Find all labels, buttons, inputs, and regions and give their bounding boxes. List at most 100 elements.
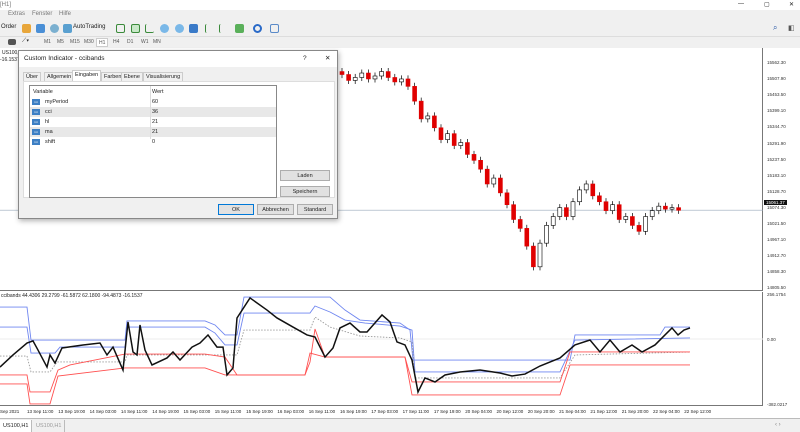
candlestick-icon[interactable] — [131, 24, 140, 33]
variable-value[interactable]: 36 — [152, 107, 158, 117]
price-tick: 15074.30 — [767, 204, 786, 210]
minimize-button[interactable]: — — [738, 1, 744, 7]
table-row[interactable]: int ma 21 — [30, 127, 276, 137]
candle — [583, 180, 589, 194]
time-tick: 16 Sep 03:00 — [277, 409, 305, 414]
time-tick: 15 Sep 19:00 — [246, 409, 273, 414]
dialog-close-button[interactable]: ✕ — [325, 51, 330, 67]
timeframe-toolbar: ⟋▾ M1 M5 M15 M30 H1 H4 D1 W1 MN — [0, 37, 800, 48]
tf-m5[interactable]: M5 — [55, 38, 66, 47]
chart-tabs: US100,H1 US100,H1 ‹ › — [0, 418, 800, 432]
price-tick: 15344.70 — [767, 124, 786, 130]
help-button[interactable]: ? — [303, 51, 307, 67]
menu-extras[interactable]: Extras — [8, 11, 25, 17]
time-tick: 15 Sep 11:00 — [214, 409, 242, 414]
load-button[interactable]: Laden — [280, 170, 330, 181]
tab-uber[interactable]: Über — [23, 72, 41, 81]
candle — [392, 73, 398, 86]
save-button[interactable]: Speichern — [280, 186, 330, 197]
new-order-button[interactable]: Order — [1, 24, 16, 30]
candle — [339, 68, 345, 79]
candle — [465, 139, 470, 158]
tile-windows-icon[interactable] — [189, 24, 198, 33]
scroll-arrows[interactable]: ‹ › — [775, 422, 781, 428]
candle — [676, 204, 681, 214]
candle — [550, 212, 556, 229]
search-icon[interactable]: ⌕ — [773, 23, 777, 33]
candle — [603, 198, 609, 215]
line-chart-icon[interactable] — [145, 24, 154, 33]
tf-m15[interactable]: M15 — [68, 38, 82, 47]
tf-h1[interactable]: H1 — [96, 38, 109, 47]
tf-m30[interactable]: M30 — [82, 38, 96, 47]
ok-button[interactable]: OK — [218, 204, 254, 215]
candle — [636, 221, 642, 235]
table-row[interactable]: int myPeriod 60 — [30, 97, 276, 107]
indicators-icon[interactable] — [235, 24, 244, 33]
tf-m1[interactable]: M1 — [42, 38, 53, 47]
candle — [544, 221, 549, 247]
tab-ebene[interactable]: Ebene — [121, 72, 143, 81]
time-tick: 17 Sep 19:00 — [433, 409, 461, 414]
time-axis: Sep 2021 13 Sep 11:00 13 Sep 19:00 14 Sep 0… — [0, 406, 763, 418]
globe-icon[interactable] — [50, 24, 59, 33]
tf-d1[interactable]: D1 — [125, 38, 135, 47]
variable-name: cci — [45, 109, 52, 115]
bar-chart-icon[interactable] — [116, 24, 125, 33]
zoom-out-icon[interactable] — [175, 24, 184, 33]
close-button[interactable]: ✕ — [789, 1, 794, 8]
periods-icon[interactable] — [253, 24, 262, 33]
zoom-in-icon[interactable] — [160, 24, 169, 33]
int-type-icon: int — [32, 119, 40, 125]
users-icon[interactable] — [36, 24, 45, 33]
indicator-tick: 256.1754 — [767, 292, 786, 297]
menu-fenster[interactable]: Fenster — [32, 11, 52, 17]
table-row[interactable]: int cci 36 — [30, 107, 276, 117]
variable-value[interactable]: 60 — [152, 97, 158, 107]
chart-icon[interactable] — [8, 39, 16, 45]
price-tick: 14912.70 — [767, 253, 786, 259]
tf-h4[interactable]: H4 — [111, 38, 121, 47]
variable-value[interactable]: 21 — [152, 117, 158, 127]
speaker-icon[interactable]: ◧ — [788, 24, 795, 32]
custom-indicator-dialog: Custom Indicator - ccibands ? ✕ Über All… — [18, 50, 338, 219]
chart-tab-1[interactable]: US100,H1 — [0, 420, 33, 432]
chart-tab-2[interactable]: US100,H1 — [33, 420, 66, 432]
variable-value[interactable]: 21 — [152, 127, 158, 137]
autotrading-icon[interactable] — [63, 24, 72, 33]
time-tick: 16 Sep 11:00 — [308, 409, 336, 414]
autoscroll-icon[interactable] — [219, 24, 228, 33]
price-tick: 15562.30 — [767, 60, 786, 65]
indicator-header: ccibands 44.4306 29.2799 -61.5872 62.180… — [1, 293, 143, 299]
int-type-icon: int — [32, 99, 40, 105]
maximize-button[interactable]: ▢ — [764, 1, 770, 8]
title-bar: [H1] — ▢ ✕ — [0, 0, 800, 10]
tf-w1[interactable]: W1 — [139, 38, 151, 47]
time-tick: 14 Sep 11:00 — [120, 409, 148, 414]
indicator-subwindow[interactable]: ccibands 44.4306 29.2799 -61.5872 62.180… — [0, 292, 763, 406]
table-row[interactable]: int shift 0 — [30, 137, 276, 147]
chart-shift-icon[interactable] — [205, 24, 214, 33]
price-tick: 15183.10 — [767, 172, 786, 178]
price-tick: 15237.50 — [767, 156, 786, 162]
table-row[interactable]: int hl 21 — [30, 117, 276, 127]
default-button[interactable]: Standard — [297, 204, 333, 215]
autotrading-button[interactable]: AutoTrading — [73, 24, 105, 30]
tab-allgemein[interactable]: Allgemein — [44, 72, 75, 81]
folder-icon[interactable] — [22, 24, 31, 33]
cancel-button[interactable]: Abbrechen — [257, 204, 294, 215]
templates-icon[interactable] — [270, 24, 279, 33]
candle — [399, 75, 404, 86]
menu-hilfe[interactable]: Hilfe — [59, 11, 71, 17]
line-tools-icon[interactable]: ⟋▾ — [22, 38, 29, 45]
price-tick: 15399.10 — [767, 108, 786, 114]
variable-value[interactable]: 0 — [152, 137, 155, 147]
candle — [517, 215, 523, 232]
price-tick: 15453.50 — [767, 92, 786, 98]
tf-mn[interactable]: MN — [151, 38, 163, 47]
tab-visualisierung[interactable]: Visualisierung — [143, 72, 184, 81]
time-tick: 20 Sep 12:00 — [496, 409, 524, 414]
price-tick: 14858.30 — [767, 269, 786, 275]
candle — [643, 212, 648, 235]
tab-eingaben[interactable]: Eingaben — [72, 70, 102, 81]
